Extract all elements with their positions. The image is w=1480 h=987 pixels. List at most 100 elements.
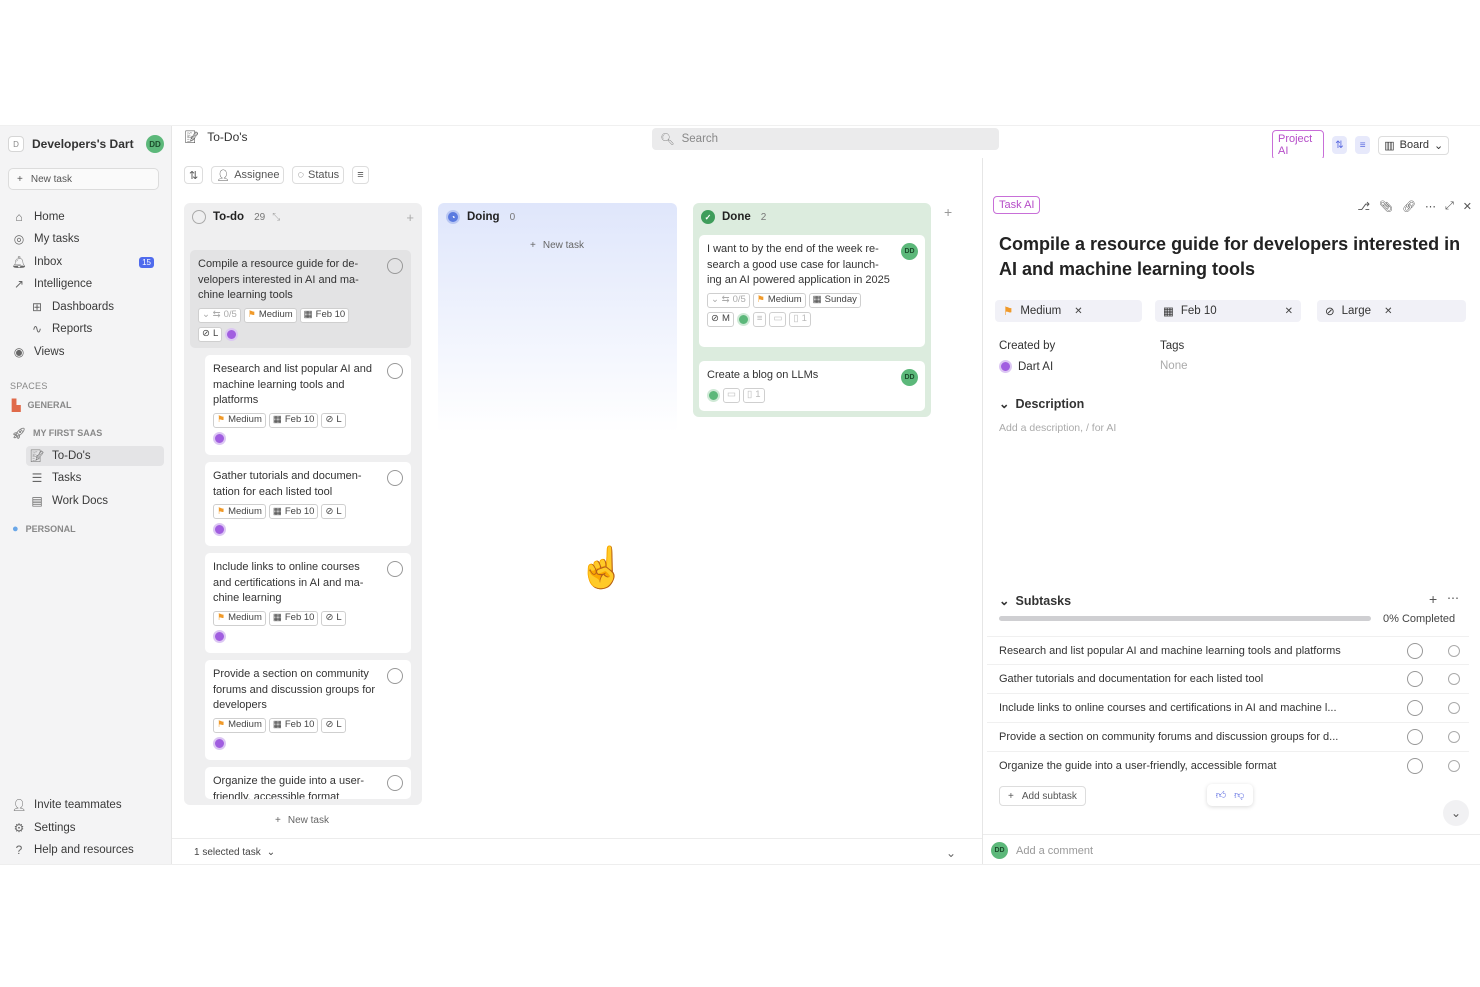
task-card[interactable]: Research and list popular AI and machine… — [205, 355, 411, 455]
assignee-icon[interactable] — [1407, 699, 1423, 716]
selected-count[interactable]: 1 selected task — [194, 847, 261, 858]
task-card[interactable]: Organize the guide into a user-friendly,… — [205, 767, 411, 799]
thumbs-down-icon[interactable]: 👎︎ — [1234, 789, 1244, 801]
status-filter[interactable]: ◌ Status — [292, 166, 345, 184]
add-column-task-icon[interactable]: + — [406, 210, 414, 225]
task-card[interactable]: Create a blog on LLMs DD ▭ ▯ 1 — [699, 361, 925, 411]
close-icon[interactable]: ✕ — [1463, 200, 1472, 213]
clear-size-icon[interactable]: ✕ — [1384, 306, 1392, 317]
invite-teammates[interactable]: 👤︎ Invite teammates — [8, 795, 164, 815]
nav-intelligence[interactable]: ↗ Intelligence — [8, 274, 164, 294]
status-circle-icon[interactable] — [1448, 644, 1460, 657]
date-chip[interactable]: ▦ Feb 10 — [268, 610, 319, 626]
add-subtask-icon[interactable]: + — [1429, 591, 1437, 607]
assignee-icon[interactable] — [1407, 670, 1423, 687]
comment-icon[interactable]: ▭ — [769, 311, 787, 327]
sort-button[interactable]: ⇅ — [184, 166, 204, 184]
doc-chip[interactable]: ▯ 1 — [742, 387, 765, 403]
size-chip[interactable]: ⊘ L — [321, 717, 346, 733]
task-card[interactable]: Gather tutorials and documen-tation for … — [205, 462, 411, 546]
link-icon[interactable]: 🔗︎ — [1402, 200, 1416, 213]
assignee-avatar[interactable]: DD — [901, 243, 918, 260]
project-ai-button[interactable]: Project AI — [1272, 130, 1324, 160]
priority-chip[interactable]: ⚑ Medium — [213, 504, 266, 519]
size-chip[interactable]: ⊘ L — [321, 504, 346, 519]
size-chip[interactable]: ⊘ M — [707, 311, 734, 327]
subtask-row[interactable]: Organize the guide into a user-friendly,… — [987, 751, 1469, 779]
date-chip[interactable]: ▦ Feb 10 — [268, 412, 319, 428]
assignee-icon[interactable] — [1407, 642, 1423, 659]
assignee-icon[interactable] — [387, 775, 403, 791]
settings[interactable]: ⚙ Settings — [8, 818, 164, 838]
nav-reports[interactable]: ∿ Reports — [26, 319, 164, 339]
date-chip[interactable]: ▦ Feb 10 — [268, 717, 319, 733]
clear-date-icon[interactable]: ✕ — [1285, 306, 1293, 317]
doc-chip[interactable]: ▯ 1 — [789, 311, 811, 327]
priority-chip[interactable]: ⚑ Medium — [213, 412, 266, 428]
task-card[interactable]: Compile a resource guide for de-velopers… — [190, 250, 411, 348]
nav-tasks[interactable]: ☰ Tasks — [26, 468, 164, 488]
description-header[interactable]: ⌄ Description — [999, 396, 1084, 412]
expand-icon[interactable]: ⤢ — [1445, 200, 1454, 213]
doing-new-task-button[interactable]: + New task — [530, 240, 584, 251]
add-column-icon[interactable]: + — [944, 204, 952, 220]
space-personal[interactable]: ● PERSONAL — [12, 521, 76, 537]
comment-icon[interactable]: ▭ — [723, 387, 740, 403]
subtask-chip[interactable]: ⌄ ⇆ 0/5 — [707, 292, 750, 308]
status-circle-icon[interactable] — [1448, 701, 1460, 714]
description-icon[interactable]: ≡ — [752, 311, 767, 327]
space-my-first-saas[interactable]: 🚀︎ MY FIRST SAAS — [12, 425, 102, 441]
clear-priority-icon[interactable]: ✕ — [1074, 306, 1082, 317]
priority-chip[interactable]: ⚑ Medium — [213, 610, 266, 626]
subtask-chip[interactable]: ⌄ ⇆ 0/5 — [198, 307, 241, 323]
subtask-row[interactable]: Research and list popular AI and machine… — [987, 636, 1469, 664]
sort-icon[interactable]: ⇅ — [1331, 136, 1348, 154]
paperclip-icon[interactable]: 📎︎ — [1379, 200, 1393, 213]
size-chip[interactable]: ⊘ L — [198, 326, 223, 342]
assignee-icon[interactable] — [387, 470, 403, 486]
todo-new-task-button[interactable]: + New task — [275, 815, 329, 826]
date-chip[interactable]: ▦ Sunday — [808, 292, 861, 308]
assignee-icon[interactable] — [387, 258, 403, 274]
nav-my-tasks[interactable]: ◎ My tasks — [8, 229, 164, 249]
chevron-down-icon[interactable]: ⌄ — [267, 847, 275, 858]
task-title[interactable]: Compile a resource guide for developers … — [999, 232, 1469, 282]
branch-icon[interactable]: ⎇ — [1357, 200, 1370, 213]
description-input[interactable]: Add a description, / for AI — [999, 422, 1116, 434]
subtask-row[interactable]: Gather tutorials and documentation for e… — [987, 664, 1469, 692]
assignee-icon[interactable] — [387, 561, 403, 577]
new-task-button[interactable]: + New task — [8, 168, 159, 190]
view-layout-dropdown[interactable]: ▥ Board ⌄ — [1378, 135, 1450, 155]
assignee-filter[interactable]: 👤︎ Assignee — [211, 166, 285, 184]
expand-down-icon[interactable]: ⌄ — [946, 846, 956, 860]
comment-input[interactable]: Add a comment — [1016, 845, 1093, 857]
date-field[interactable]: ▦ Feb 10 ✕ — [1155, 300, 1301, 322]
nav-views[interactable]: ◉ Views — [8, 342, 164, 362]
user-avatar[interactable]: DD — [146, 135, 164, 153]
collapse-icon[interactable]: ⤡ — [272, 212, 280, 223]
assignee-icon[interactable] — [387, 363, 403, 379]
more-icon[interactable]: ⋯ — [1425, 200, 1436, 213]
date-chip[interactable]: ▦ Feb 10 — [268, 504, 319, 519]
subtask-row[interactable]: Include links to online courses and cert… — [987, 693, 1469, 721]
task-ai-button[interactable]: Task AI — [993, 196, 1041, 214]
workspace-switcher[interactable]: D Developers's Dart DD — [8, 130, 164, 158]
assignee-icon[interactable] — [387, 668, 403, 684]
nav-dashboards[interactable]: ⊞ Dashboards — [26, 297, 164, 317]
subtask-row[interactable]: Provide a section on community forums an… — [987, 722, 1469, 750]
subtasks-header[interactable]: ⌄ Subtasks — [999, 593, 1071, 609]
filter-icon[interactable]: ≡ — [1355, 136, 1371, 154]
priority-field[interactable]: ⚑ Medium ✕ — [995, 300, 1142, 322]
priority-chip[interactable]: ⚑ Medium — [213, 717, 266, 733]
nav-work-docs[interactable]: ▤ Work Docs — [26, 491, 164, 511]
nav-home[interactable]: ⌂ Home — [8, 207, 164, 227]
assignee-icon[interactable] — [1407, 757, 1423, 774]
size-chip[interactable]: ⊘ L — [321, 610, 346, 626]
date-chip[interactable]: ▦ Feb 10 — [299, 307, 350, 323]
space-general[interactable]: ▙ GENERAL — [12, 397, 71, 413]
status-circle-icon[interactable] — [1448, 672, 1460, 685]
priority-chip[interactable]: ⚑ Medium — [752, 292, 806, 308]
status-circle-icon[interactable] — [1448, 759, 1460, 772]
filter-button[interactable]: ≡ — [352, 166, 369, 184]
add-subtask-button[interactable]: + Add subtask — [999, 786, 1086, 806]
